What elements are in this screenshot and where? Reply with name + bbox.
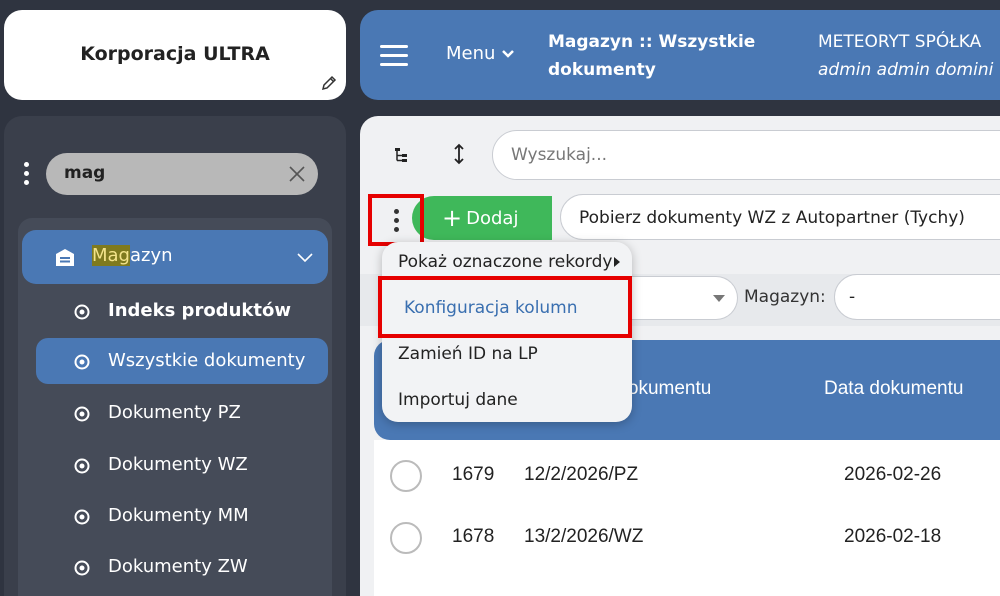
highlight-frame: [378, 276, 632, 338]
sidebar: mag Magazyn Indeks produktów Wszystkie d…: [4, 116, 346, 596]
menu-item-show-marked-records[interactable]: Pokaż oznaczone rekordy: [398, 252, 621, 272]
menu-item-replace-id-with-lp[interactable]: Zamień ID na LP: [398, 344, 538, 364]
table-row[interactable]: 1678 13/2/2026/WZ 2026-02-18: [374, 506, 1000, 566]
tree-view-icon[interactable]: [394, 146, 412, 164]
add-button[interactable]: + Dodaj: [412, 196, 552, 240]
circle-dot-icon: [74, 458, 90, 474]
kebab-menu-icon: [392, 209, 400, 236]
cell-id: 1679: [452, 464, 495, 485]
actions-menu-button[interactable]: [368, 194, 424, 246]
warehouse-icon: [56, 249, 74, 266]
circle-dot-icon: [74, 560, 90, 576]
cell-nr-dokumentu: 12/2/2026/PZ: [524, 464, 639, 485]
sidebar-item-label: Dokumenty ZW: [108, 556, 248, 577]
menu-button-label: Menu: [446, 43, 496, 64]
menu-item-import-data[interactable]: Importuj dane: [398, 390, 518, 410]
main-search-input[interactable]: [509, 143, 1000, 167]
sidebar-options-icon[interactable]: [22, 162, 30, 186]
sidebar-item-label: Magazyn: [92, 245, 173, 266]
chevron-down-icon[interactable]: [296, 250, 314, 264]
circle-dot-icon: [74, 406, 90, 422]
circle-dot-icon: [74, 509, 90, 525]
sort-vertical-icon[interactable]: [452, 142, 466, 166]
plus-icon: +: [442, 204, 463, 232]
organization-name: METEORYT SPÓŁKA: [818, 32, 982, 52]
fetch-documents-select[interactable]: Pobierz dokumenty WZ z Autopartner (Tych…: [560, 194, 1000, 240]
user-name: admin admin domini: [818, 60, 994, 80]
breadcrumb: Magazyn :: Wszystkie dokumenty: [548, 32, 756, 80]
sidebar-item-dokumenty-pz[interactable]: Dokumenty PZ: [36, 390, 328, 436]
column-header-data-dokumentu[interactable]: Data dokumentu: [824, 378, 963, 400]
company-card: Korporacja ULTRA: [4, 10, 346, 100]
sidebar-search-value: mag: [64, 163, 106, 183]
table-body: 1679 12/2/2026/PZ 2026-02-26 1678 13/2/2…: [374, 440, 1000, 596]
sidebar-item-magazyn[interactable]: Magazyn: [22, 230, 328, 284]
sidebar-item-label: Dokumenty WZ: [108, 454, 248, 475]
magazyn-filter-select[interactable]: -: [834, 274, 1000, 320]
top-header: Menu Magazyn :: Wszystkie dokumenty METE…: [360, 10, 1000, 100]
sidebar-item-label: Indeks produktów: [108, 300, 291, 321]
main-search-field[interactable]: [492, 130, 1000, 180]
sidebar-item-dokumenty-zw[interactable]: Dokumenty ZW: [36, 544, 328, 590]
circle-dot-icon: [74, 354, 90, 370]
sidebar-item-label: Wszystkie dokumenty: [108, 350, 306, 371]
magazyn-filter-label: Magazyn:: [744, 287, 826, 307]
chevron-down-icon: [502, 49, 515, 58]
table-row[interactable]: 1679 12/2/2026/PZ 2026-02-26: [374, 444, 1000, 504]
pencil-icon[interactable]: [320, 74, 338, 92]
circle-dot-icon: [74, 304, 90, 320]
hamburger-icon[interactable]: [380, 45, 408, 67]
sidebar-item-indeks-produktow[interactable]: Indeks produktów: [36, 288, 328, 334]
organization-info: METEORYT SPÓŁKA admin admin domini: [818, 28, 993, 84]
cell-data-dokumentu: 2026-02-18: [844, 526, 942, 547]
cell-data-dokumentu: 2026-02-26: [844, 464, 942, 485]
submenu-arrow-icon: [614, 257, 621, 267]
row-select-radio[interactable]: [390, 460, 422, 492]
caret-down-icon: [713, 295, 725, 302]
clear-search-icon[interactable]: [286, 163, 308, 185]
magazyn-filter-value: -: [849, 287, 856, 307]
sidebar-item-wszystkie-dokumenty[interactable]: Wszystkie dokumenty: [36, 338, 328, 384]
cell-nr-dokumentu: 13/2/2026/WZ: [524, 526, 644, 547]
menu-button[interactable]: Menu: [446, 43, 515, 64]
sidebar-item-label: Dokumenty PZ: [108, 402, 241, 423]
cell-id: 1678: [452, 526, 495, 547]
row-select-radio[interactable]: [390, 522, 422, 554]
sidebar-item-label: Dokumenty MM: [108, 505, 249, 526]
fetch-documents-label: Pobierz dokumenty WZ z Autopartner (Tych…: [579, 208, 965, 228]
sidebar-search-input[interactable]: mag: [46, 153, 318, 195]
sidebar-item-dokumenty-mm[interactable]: Dokumenty MM: [36, 493, 328, 539]
company-name: Korporacja ULTRA: [80, 43, 270, 65]
add-button-label: Dodaj: [466, 207, 519, 229]
sidebar-item-dokumenty-wz[interactable]: Dokumenty WZ: [36, 442, 328, 488]
